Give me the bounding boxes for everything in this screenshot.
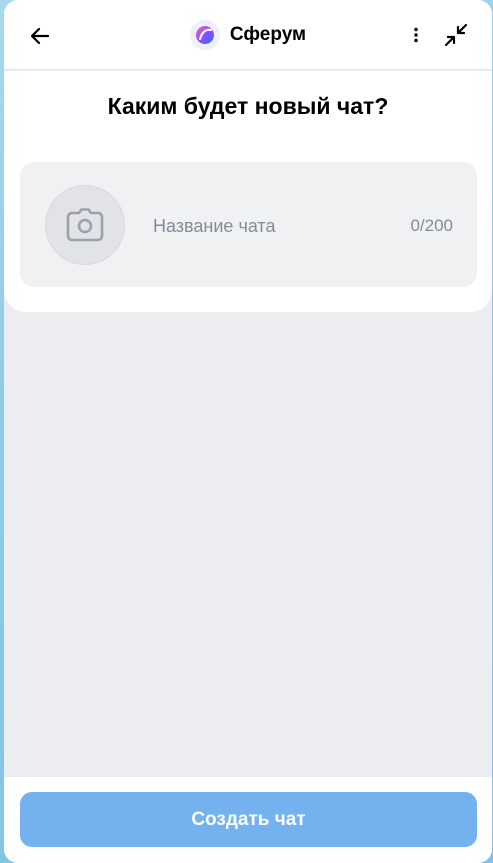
camera-icon [66,208,104,242]
app-title: Сферум [229,24,307,45]
chat-creation-window: Сферум Каким будет новый чат? Название ч… [4,0,492,863]
chat-settings-card: Каким будет новый чат? 0/200 [4,71,492,312]
more-options-button[interactable] [402,21,430,49]
page-title: Каким будет новый чат? [107,93,389,119]
sferum-logo-icon [189,20,220,50]
arrow-left-icon [30,27,50,45]
char-counter: 0/200 [410,216,453,235]
create-chat-button[interactable]: Создать чат [20,792,477,847]
collapse-button[interactable] [440,19,472,51]
footer-bar: Создать чат [4,777,492,863]
back-button[interactable] [24,20,56,52]
collapse-arrows-icon [444,23,468,47]
chat-name-input[interactable] [153,206,393,246]
chat-info-box: 0/200 [20,162,477,287]
more-vertical-icon [414,27,418,43]
header-bar: Сферум [4,0,492,70]
avatar-upload-button[interactable] [45,185,125,265]
